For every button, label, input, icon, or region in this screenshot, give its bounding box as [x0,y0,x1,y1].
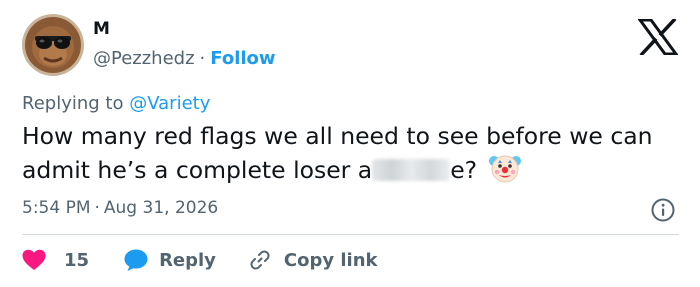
replying-to: Replying to @Variety [22,93,210,114]
copy-link-button[interactable]: Copy link [248,248,378,272]
replying-prefix: Replying to [22,93,124,114]
tweet-date: Aug 31, 2026 [103,198,219,218]
handle-separator: · [199,48,206,69]
tweet-text: How many red flags we all need to see be… [22,121,682,186]
x-logo-icon[interactable] [637,17,679,57]
author-name[interactable]: M [93,19,110,39]
like-count: 15 [64,249,90,271]
bigfoot-sunglasses-avatar-icon [22,14,84,76]
action-bar: 15 Reply Copy link [22,246,378,274]
tweet-time: 5:54 PM [22,198,91,218]
like-button[interactable]: 15 [22,249,89,271]
tweet-text-part-1: How many red flags we all need to see be… [22,122,653,184]
reply-bubble-icon [124,249,148,271]
redacted-text-blur [372,159,451,181]
clown-face-icon [488,152,521,184]
replying-mention-link[interactable]: @Variety [129,93,210,114]
tweet-text-part-2: e? [450,156,478,184]
copy-link-label: Copy link [283,249,378,271]
avatar[interactable] [22,14,84,76]
link-icon [250,250,270,270]
follow-button[interactable]: Follow [210,48,275,69]
info-icon[interactable] [650,197,676,223]
tweet-timestamp[interactable]: 5:54 PM · Aug 31, 2026 [22,198,218,218]
author-handle[interactable]: @Pezzhedz [93,48,195,69]
divider [22,234,679,235]
reply-label: Reply [159,249,216,271]
heart-icon [22,249,46,270]
reply-button[interactable]: Reply [123,248,216,272]
meta-separator: · [94,198,100,218]
author-handle-row: @Pezzhedz · Follow [93,48,276,69]
